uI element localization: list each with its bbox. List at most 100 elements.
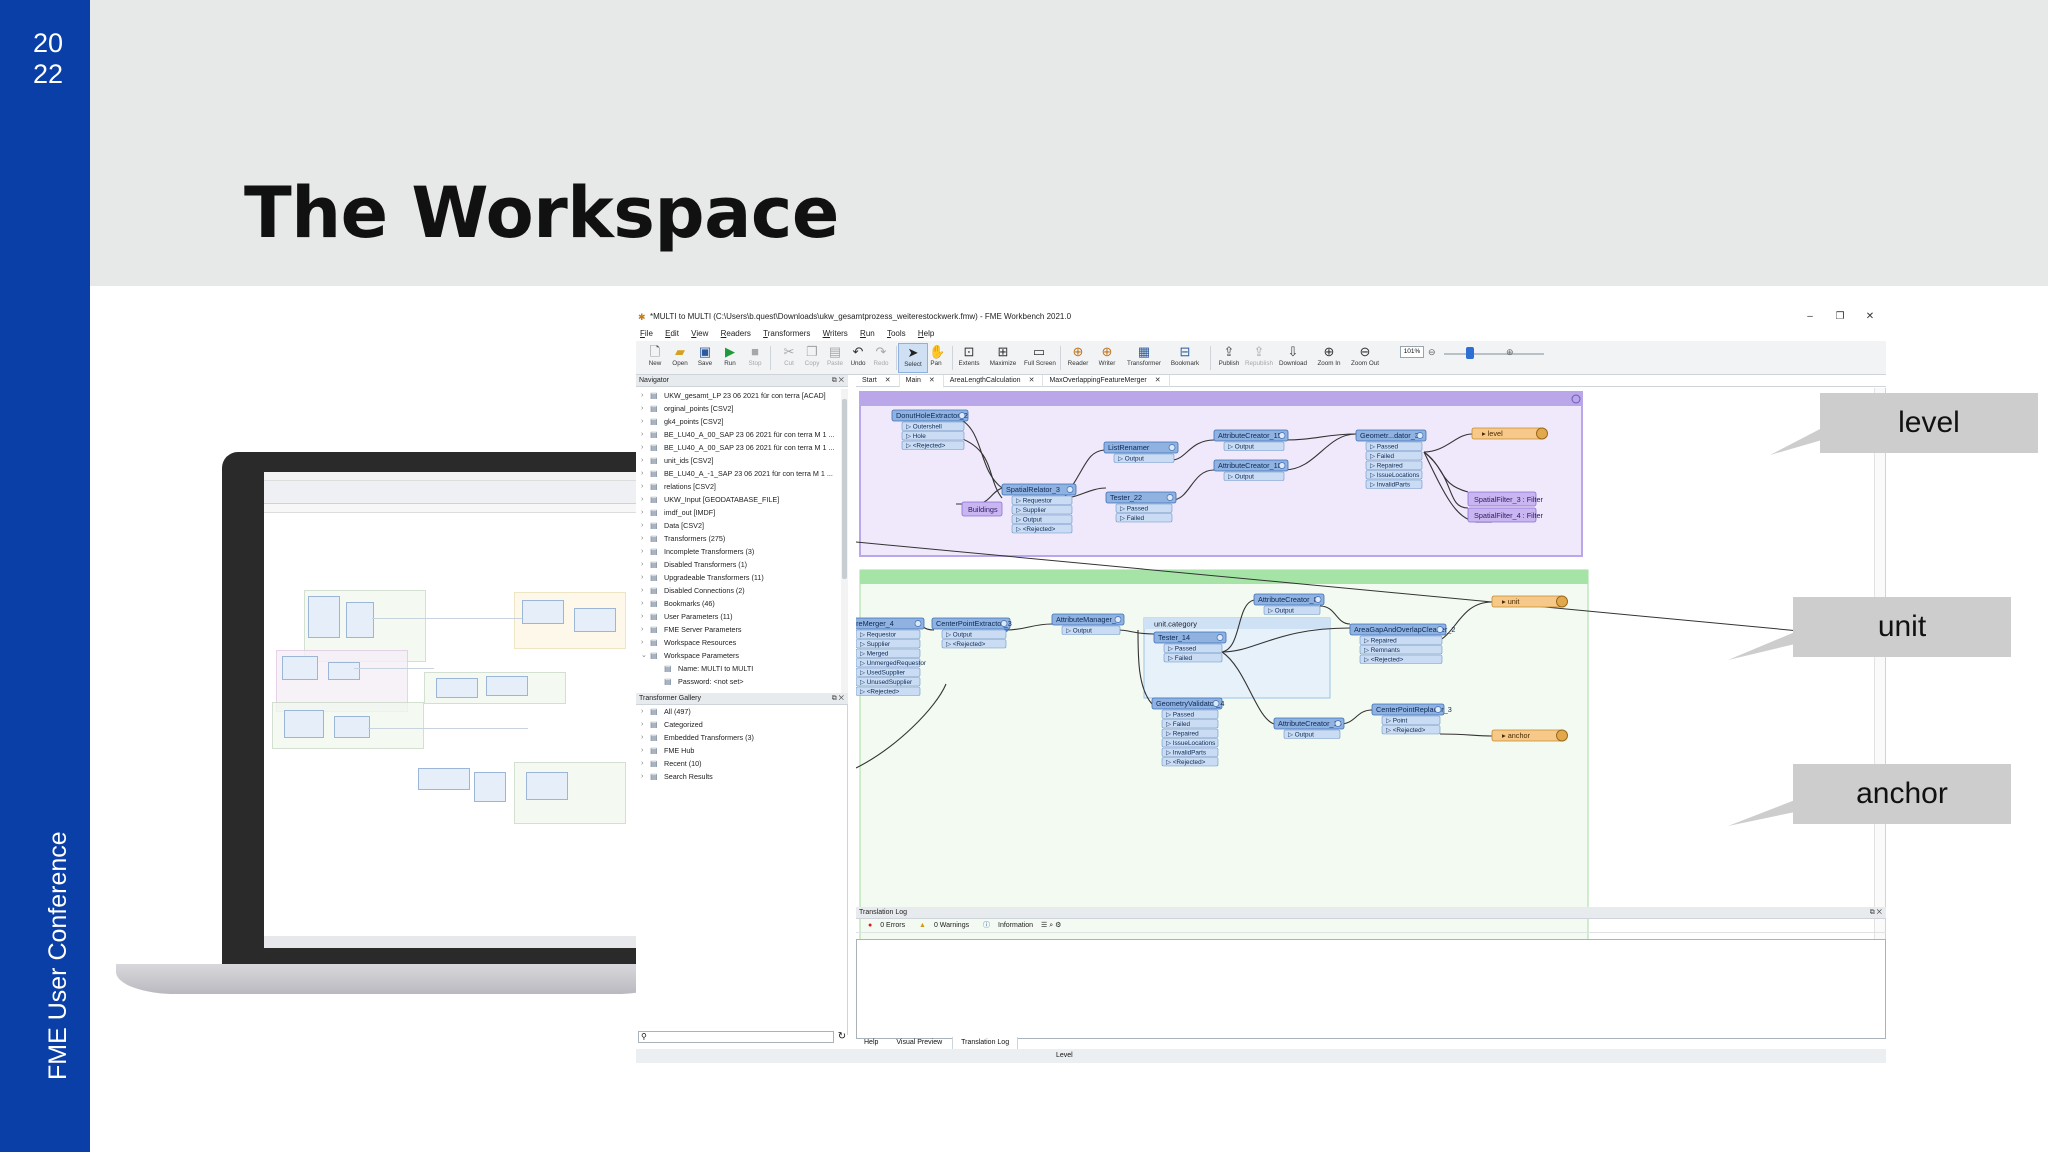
navigator-item[interactable]: › ▤ UKW_gesamt_LP 23 06 2021 für con terra… <box>636 389 847 402</box>
chevron-right-icon[interactable]: › <box>641 519 643 532</box>
republish-button[interactable]: ⇪ Republish <box>1244 343 1274 373</box>
tab-main[interactable]: Main ✕ <box>899 375 944 388</box>
close-tab-icon[interactable]: ✕ <box>1155 377 1161 384</box>
minimize-window-button[interactable]: – <box>1796 307 1824 327</box>
zoom-plus-icon[interactable]: ⊕ <box>1506 347 1514 358</box>
gear-icon[interactable] <box>1314 596 1322 603</box>
chevron-right-icon[interactable]: › <box>641 731 643 744</box>
panel-controls[interactable]: ⧉ ✕ <box>1870 907 1882 919</box>
gallery-item[interactable]: › ▤ FME Hub <box>636 744 847 757</box>
navigator-item[interactable]: › ▤ Disabled Transformers (1) <box>636 558 847 571</box>
tab-help[interactable]: Help <box>856 1037 886 1049</box>
gear-icon[interactable] <box>1114 616 1122 623</box>
gear-icon[interactable] <box>958 412 966 419</box>
chevron-right-icon[interactable]: › <box>641 402 643 415</box>
gear-icon[interactable] <box>1166 494 1174 501</box>
navigator-item[interactable]: › ▤ Workspace Resources <box>636 636 847 649</box>
zoom-minus-icon[interactable]: ⊖ <box>1428 347 1436 358</box>
menu-writers[interactable]: Writers <box>823 327 848 341</box>
navigator-item[interactable]: ▤ Password: <not set> <box>636 675 847 688</box>
workspace-graph[interactable]: unit.category DonutHoleExtractor_2▷ Oute… <box>856 388 1874 984</box>
navigator-item[interactable]: › ▤ BE_LU40_A_-1_SAP 23 06 2021 für con te… <box>636 467 847 480</box>
chevron-right-icon[interactable]: › <box>641 597 643 610</box>
navigator-item[interactable]: › ▤ orginal_points [CSV2] <box>636 402 847 415</box>
chevron-right-icon[interactable]: › <box>641 389 643 402</box>
navigator-item[interactable]: › ▤ imdf_out [IMDF] <box>636 506 847 519</box>
node-attribute-creator-16[interactable]: AttributeCreator_16 ▷ Output <box>1273 717 1345 739</box>
chevron-right-icon[interactable]: › <box>641 454 643 467</box>
extents-button[interactable]: ⊡ Extents <box>954 343 984 373</box>
panel-controls[interactable]: ⧉ ✕ <box>832 375 844 387</box>
canvas-vertical-scrollbar[interactable] <box>1874 388 1885 988</box>
warning-filter[interactable]: ▲ 0 Warnings <box>913 919 969 933</box>
chevron-right-icon[interactable]: › <box>641 584 643 597</box>
gallery-item[interactable]: › ▤ All (497) <box>636 705 847 718</box>
node-spatial-relator[interactable]: SpatialRelator_3 ▷ Requestor ▷ Supplier ▷ O… <box>1001 483 1077 534</box>
node-list-renamer[interactable]: ListRenamer ▷ Output <box>1103 441 1179 463</box>
chevron-right-icon[interactable]: › <box>641 610 643 623</box>
node-donut-hole-extractor[interactable]: DonutHoleExtractor_2 ▷ Outershell ▷ Hole ▷ … <box>891 409 969 450</box>
menu-tools[interactable]: Tools <box>887 327 906 341</box>
navigator-item[interactable]: › ▤ Incomplete Transformers (3) <box>636 545 847 558</box>
writer-anchor[interactable]: ▸ anchor <box>1491 729 1568 742</box>
stop-button[interactable]: ■ Stop <box>740 343 770 373</box>
gear-icon[interactable] <box>1434 706 1442 713</box>
gear-icon[interactable] <box>1334 720 1342 727</box>
information-filter[interactable]: ⓘ Information <box>977 919 1033 933</box>
chevron-right-icon[interactable]: › <box>641 506 643 519</box>
zoom-level-field[interactable]: 101% <box>1400 346 1424 358</box>
chevron-right-icon[interactable]: › <box>641 705 643 718</box>
tab-max-overlapping-feature-merger[interactable]: MaxOverlappingFeatureMerger ✕ <box>1043 375 1170 387</box>
tab-area-length-calculation[interactable]: AreaLengthCalculation ✕ <box>944 375 1044 387</box>
menu-readers[interactable]: Readers <box>721 327 751 341</box>
menu-edit[interactable]: Edit <box>665 327 679 341</box>
gear-icon[interactable] <box>1168 444 1176 451</box>
chevron-right-icon[interactable]: › <box>641 415 643 428</box>
chevron-right-icon[interactable]: › <box>641 532 643 545</box>
navigator-scrollbar-thumb[interactable] <box>842 399 847 579</box>
chevron-right-icon[interactable]: › <box>641 558 643 571</box>
node-center-point-replacer-3[interactable]: CenterPointReplacer_3▷ Point▷ <Rejected> <box>1371 703 1452 735</box>
add-transformer-button[interactable]: ▦ Transformer <box>1124 343 1164 373</box>
chevron-right-icon[interactable]: › <box>641 467 643 480</box>
add-writer-button[interactable]: ⊕ Writer <box>1092 343 1122 373</box>
gear-icon[interactable] <box>1278 462 1286 469</box>
chevron-right-icon[interactable]: ⌄ <box>641 649 647 662</box>
maximize-button[interactable]: ⊞ Maximize <box>988 343 1018 373</box>
navigator-item[interactable]: ⌄ ▤ Workspace Parameters <box>636 649 847 662</box>
close-window-button[interactable]: ✕ <box>1856 307 1884 327</box>
navigator-item[interactable]: › ▤ BE_LU40_A_00_SAP 23 06 2021 für con te… <box>636 428 847 441</box>
navigator-item[interactable]: › ▤ gk4_points [CSV2] <box>636 415 847 428</box>
node-attribute-creator-8[interactable]: AttributeCreator_8 ▷ Output <box>1253 593 1325 615</box>
menu-view[interactable]: View <box>691 327 708 341</box>
chevron-right-icon[interactable]: › <box>641 493 643 506</box>
gear-icon[interactable] <box>1000 620 1008 627</box>
navigator-item[interactable]: › ▤ relations [CSV2] <box>636 480 847 493</box>
chevron-right-icon[interactable]: › <box>641 441 643 454</box>
full-screen-button[interactable]: ▭ Full Screen <box>1024 343 1056 373</box>
gear-icon[interactable] <box>1066 486 1074 493</box>
chevron-right-icon[interactable]: › <box>641 623 643 636</box>
chevron-right-icon[interactable]: › <box>641 545 643 558</box>
gear-icon[interactable] <box>1416 432 1424 439</box>
writer-icon[interactable] <box>1556 595 1568 608</box>
gallery-search-input[interactable]: ⚲ <box>638 1031 834 1043</box>
publish-button[interactable]: ⇪ Publish <box>1214 343 1244 373</box>
navigator-item[interactable]: › ▤ Data [CSV2] <box>636 519 847 532</box>
chevron-right-icon[interactable]: › <box>641 636 643 649</box>
error-filter[interactable]: ● 0 Errors <box>862 919 905 933</box>
menu-help[interactable]: Help <box>918 327 934 341</box>
node-center-point-extractor-3[interactable]: CenterPointExtractor_3 ▷ Output ▷ <Rejecte… <box>931 617 1012 649</box>
panel-controls[interactable]: ⧉ ✕ <box>832 693 844 705</box>
navigator-item[interactable]: › ▤ Upgradeable Transformers (11) <box>636 571 847 584</box>
chevron-right-icon[interactable]: › <box>641 428 643 441</box>
chevron-right-icon[interactable]: › <box>641 571 643 584</box>
menu-file[interactable]: File <box>640 327 653 341</box>
close-tab-icon[interactable]: ✕ <box>929 377 935 384</box>
gear-icon[interactable] <box>1216 634 1224 641</box>
navigator-item[interactable]: › ▤ unit_ids [CSV2] <box>636 454 847 467</box>
gear-icon[interactable] <box>1212 700 1220 707</box>
writer-icon[interactable] <box>1536 427 1548 440</box>
gallery-item[interactable]: › ▤ Recent (10) <box>636 757 847 770</box>
pan-button[interactable]: ✋ Pan <box>921 343 951 373</box>
